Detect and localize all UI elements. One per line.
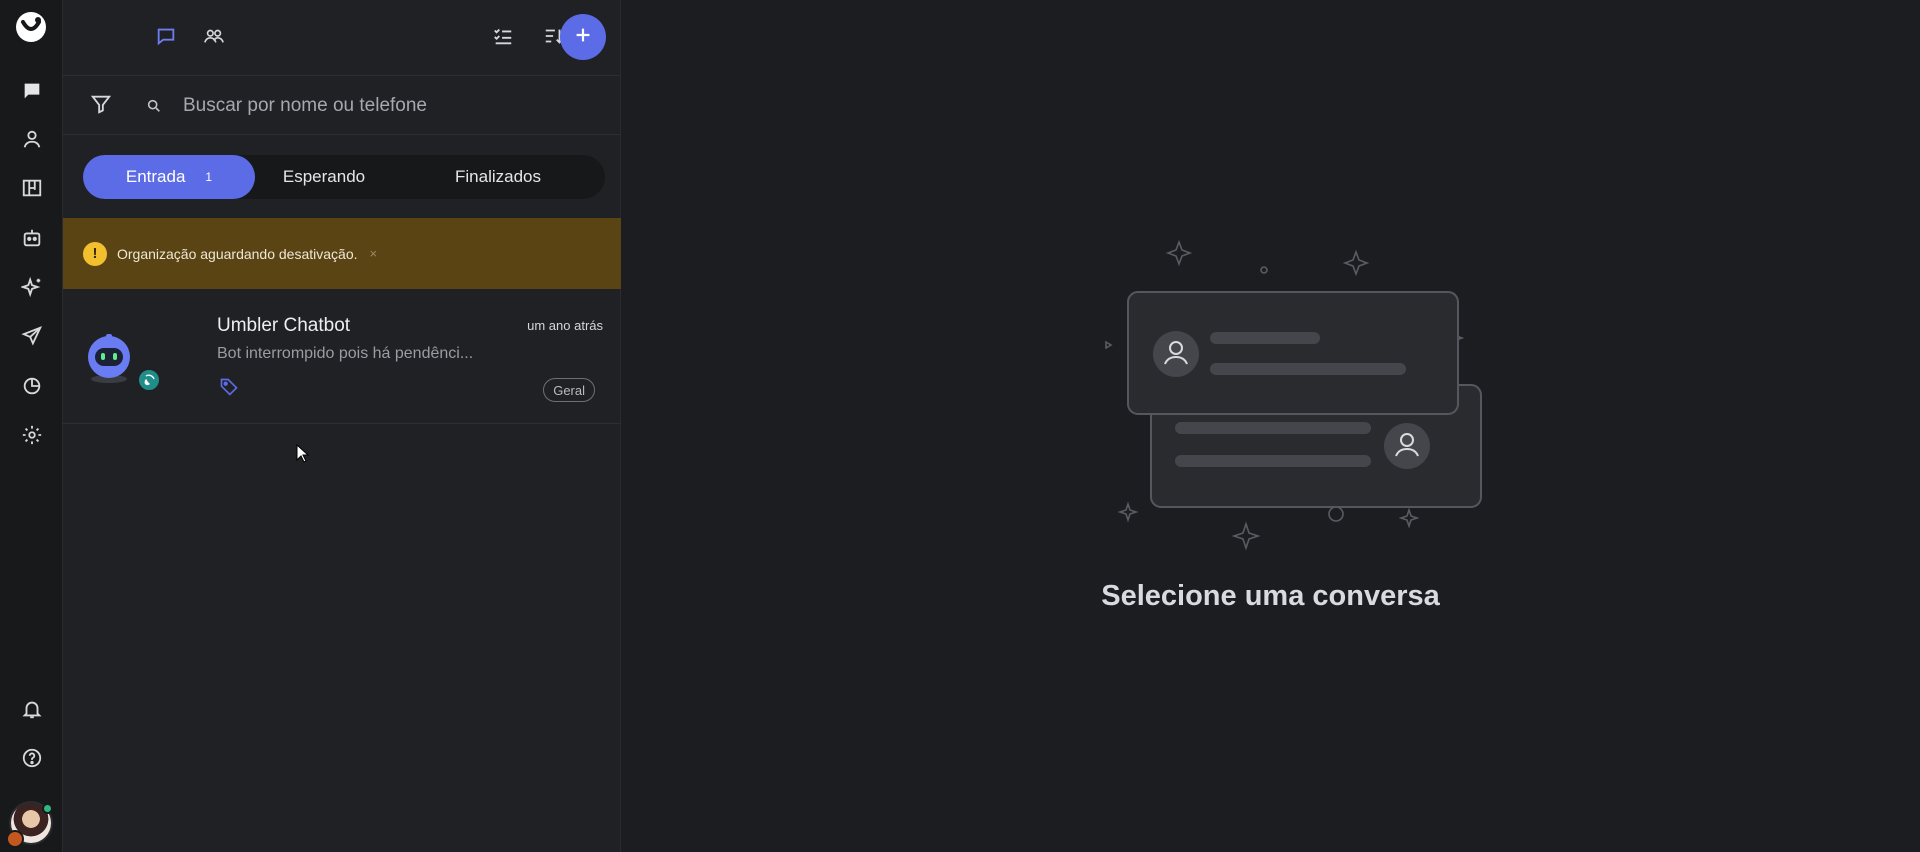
conversation-time: um ano atrás <box>527 318 603 333</box>
tab-finalizados[interactable]: Finalizados <box>393 155 603 199</box>
settings-icon <box>21 424 43 451</box>
nav-bots[interactable] <box>16 224 48 256</box>
filter-button[interactable] <box>87 92 115 120</box>
conversations-icon <box>155 25 177 52</box>
help-button[interactable] <box>16 744 48 776</box>
nav-reports[interactable] <box>16 372 48 404</box>
nav-chat[interactable] <box>16 77 48 109</box>
bell-icon <box>21 698 43 725</box>
tab-count-badge: 1 <box>205 170 213 184</box>
empty-state-title: Selecione uma conversa <box>1101 580 1440 612</box>
search-bar <box>63 76 620 135</box>
close-icon[interactable]: × <box>370 246 378 261</box>
notifications-button[interactable] <box>16 695 48 727</box>
tab-label: Finalizados <box>455 167 541 186</box>
organization-badge <box>6 830 24 848</box>
warning-banner: ! Organização aguardando desativação. × <box>63 218 621 289</box>
groups-view-button[interactable] <box>198 22 230 54</box>
nav-campaigns[interactable] <box>16 322 48 354</box>
groups-icon <box>203 25 225 52</box>
tab-label: Entrada <box>125 167 186 186</box>
nav-settings[interactable] <box>16 421 48 453</box>
help-icon <box>21 747 43 774</box>
empty-state-illustration <box>1086 232 1506 562</box>
select-conversations-button[interactable] <box>487 22 519 54</box>
contact-icon <box>21 128 43 155</box>
conversations-view-button[interactable] <box>150 22 182 54</box>
warning-text: Organização aguardando desativação. <box>117 245 358 262</box>
conversation-name: Umbler Chatbot <box>217 315 351 336</box>
new-conversation-button[interactable] <box>560 14 606 60</box>
conversation-preview: Bot interrompido pois há pendênci... <box>217 345 474 362</box>
panel-toolbar <box>63 0 620 76</box>
mouse-cursor <box>296 443 310 464</box>
reports-icon <box>21 375 43 402</box>
tab-esperando[interactable]: Esperando <box>255 155 393 199</box>
left-rail <box>0 0 63 852</box>
send-icon <box>21 325 43 352</box>
warning-icon: ! <box>83 241 107 266</box>
checklist-icon <box>492 25 514 52</box>
filter-icon <box>90 93 112 120</box>
status-tabs: Entrada 1 Esperando Finalizados <box>83 155 605 199</box>
conversation-panel: Entrada 1 Esperando Finalizados ! Organi… <box>63 0 621 852</box>
bot-icon <box>21 227 43 254</box>
search-input[interactable] <box>181 88 581 124</box>
tab-label: Esperando <box>282 167 366 186</box>
plus-icon <box>572 24 594 51</box>
kanban-icon <box>21 177 43 204</box>
user-avatar-button[interactable] <box>6 801 53 848</box>
conversation-view: Selecione uma conversa <box>621 0 1920 852</box>
nav-contacts[interactable] <box>16 125 48 157</box>
search-icon <box>144 96 164 116</box>
chat-icon <box>21 80 43 107</box>
sparkles-icon <box>19 276 43 303</box>
chatbot-avatar <box>83 333 135 385</box>
nav-ai[interactable] <box>16 273 48 305</box>
online-status-dot <box>42 803 53 814</box>
nav-kanban[interactable] <box>16 174 48 206</box>
tag-icon[interactable] <box>219 377 239 397</box>
app: Entrada 1 Esperando Finalizados ! Organi… <box>0 0 1920 852</box>
whatsapp-icon <box>137 368 161 397</box>
conversation-list-item[interactable]: Umbler Chatbot um ano atrás Bot interrom… <box>63 289 621 424</box>
umbler-logo[interactable] <box>14 10 48 44</box>
conversation-label-chip: Geral <box>543 378 595 402</box>
tab-entrada[interactable]: Entrada 1 <box>83 155 255 199</box>
